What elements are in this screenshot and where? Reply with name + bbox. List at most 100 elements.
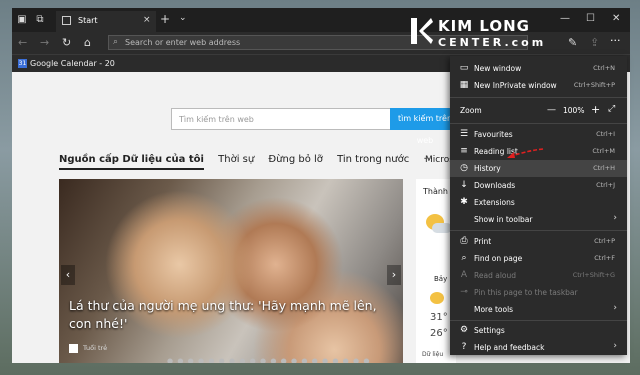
menu-new-window[interactable]: ▭ New window Ctrl+N [450,60,627,77]
menu-label: New InPrivate window [474,81,557,90]
minimize-button[interactable]: — [560,13,570,24]
menu-zoom: Zoom — 100% + ⤢ [450,101,627,121]
menu-divider [450,230,627,231]
hero-caption[interactable]: Lá thư của người mẹ ung thư: 'Hãy mạnh m… [69,297,389,333]
share-icon[interactable]: ⇪ [590,36,599,49]
menu-settings[interactable]: ⚙ Settings [450,322,627,339]
tab-start[interactable]: Start × [56,11,156,32]
menu-shortcut: Ctrl+Shift+G [572,271,615,279]
close-window-button[interactable]: ✕ [612,13,620,24]
zoom-value: 100% [563,106,585,115]
find-icon: ⌕ [461,253,467,263]
web-search-input[interactable]: Tìm kiếm trên web [171,108,391,130]
menu-print[interactable]: ⎙ Print Ctrl+P [450,233,627,250]
forward-icon[interactable]: → [40,36,49,49]
pen-icon[interactable]: ✎ [568,36,577,49]
menu-history[interactable]: ◷ History Ctrl+H [450,160,627,177]
carousel-prev-icon[interactable]: ‹ [61,265,75,285]
chevron-right-icon: › [613,341,617,351]
zoom-out-button[interactable]: — [547,105,556,115]
cloud-icon [432,223,452,233]
menu-find-on-page[interactable]: ⌕ Find on page Ctrl+F [450,250,627,267]
logo-mark-icon [411,18,433,44]
menu-label: Extensions [474,198,515,207]
address-placeholder: Search or enter web address [125,38,241,47]
new-tab-button[interactable]: + [160,12,170,26]
search-placeholder: Tìm kiếm trên web [179,115,254,124]
favorite-google-calendar[interactable]: Google Calendar - 20 [30,59,115,68]
kim-long-logo: KIM LONG CENTER.com [411,16,551,52]
back-icon[interactable]: ← [18,36,27,49]
pin-icon: ⊸ [460,287,468,297]
menu-favourites[interactable]: ☰ Favourites Ctrl+I [450,126,627,143]
search-icon: ⌕ [113,37,119,47]
menu-shortcut: Ctrl+M [592,147,615,155]
menu-divider [450,320,627,321]
maximize-button[interactable]: ☐ [586,13,595,24]
menu-shortcut: Ctrl+H [593,164,615,172]
tab-dont-miss[interactable]: Đừng bỏ lỡ [268,154,323,165]
star-list-icon: ☰ [459,129,469,139]
reading-list-icon: ≡ [460,146,468,156]
menu-shortcut: Ctrl+Shift+P [573,81,615,89]
weather-title: Thành [423,187,448,196]
download-icon: ↓ [460,180,468,190]
weather-high: 31° [430,312,448,323]
zoom-in-button[interactable]: + [591,103,600,116]
menu-shortcut: Ctrl+I [596,130,615,138]
carousel-dots[interactable]: ● ● ● ● ● ● ● ● ● ● ● ● ● ● ● ● ● ● ● ● [167,357,370,363]
inprivate-icon: ▦ [459,80,469,90]
menu-downloads[interactable]: ↓ Downloads Ctrl+J [450,177,627,194]
fullscreen-icon[interactable]: ⤢ [608,104,615,114]
menu-label: Pin this page to the taskbar [474,288,578,297]
menu-extensions[interactable]: ✱ Extensions [450,194,627,211]
help-icon: ? [461,342,467,352]
menu-label: Read aloud [474,271,517,280]
menu-label: New window [474,64,522,73]
menu-shortcut: Ctrl+P [594,237,615,245]
menu-new-inprivate[interactable]: ▦ New InPrivate window Ctrl+Shift+P [450,77,627,94]
tab-aside-icon[interactable]: ⧉ [32,12,48,28]
logo-line2: CENTER.com [438,36,547,49]
tab-news[interactable]: Thời sự [218,154,254,165]
tab-my-feed[interactable]: Nguồn cấp Dữ liệu của tôi [59,154,204,170]
tab-title: Start [78,16,98,25]
sun-small-icon [430,292,444,304]
menu-label: Downloads [474,181,516,190]
weather-low: 26° [430,328,448,339]
menu-show-in-toolbar[interactable]: Show in toolbar › [450,211,627,228]
menu-read-aloud[interactable]: A Read aloud Ctrl+Shift+G [450,267,627,284]
weather-footer: Dữ liệu [422,351,444,358]
hero-source: Tuổi trẻ [83,344,108,352]
menu-label: Find on page [474,254,523,263]
zoom-label: Zoom [460,106,482,115]
tab-manager-icon[interactable]: ▣ [14,12,30,28]
menu-divider [450,123,627,124]
annotation-arrow-icon [507,148,544,158]
refresh-icon[interactable]: ↻ [62,36,71,49]
chevron-right-icon: › [613,303,617,313]
news-tabs: Nguồn cấp Dữ liệu của tôi Thời sự Đừng b… [59,154,444,170]
home-icon[interactable]: ⌂ [84,36,91,49]
menu-pin-taskbar[interactable]: ⊸ Pin this page to the taskbar [450,284,627,301]
tab-domestic[interactable]: Tin trong nước [337,154,409,165]
tab-close-icon[interactable]: × [143,15,151,25]
new-window-icon: ▭ [459,63,469,73]
menu-label: Help and feedback [474,343,545,352]
source-logo-icon [69,344,78,353]
menu-divider [450,97,627,98]
gear-icon: ⚙ [459,325,469,335]
puzzle-icon: ✱ [460,197,468,207]
weather-day: Bảy [434,275,448,283]
more-menu-button[interactable]: ··· [610,34,621,47]
tab-list-chevron-icon[interactable]: ⌄ [179,13,187,23]
carousel-next-icon[interactable]: › [387,265,401,285]
hero-news-card[interactable]: ‹ › Lá thư của người mẹ ung thư: 'Hãy mạ… [59,179,403,363]
tab-favicon-icon [62,16,71,25]
menu-label: Print [474,237,492,246]
read-aloud-icon: A [460,270,468,280]
menu-more-tools[interactable]: More tools › [450,301,627,318]
logo-line1: KIM LONG [438,17,530,35]
menu-help-feedback[interactable]: ? Help and feedback › [450,339,627,356]
menu-shortcut: Ctrl+F [594,254,615,262]
